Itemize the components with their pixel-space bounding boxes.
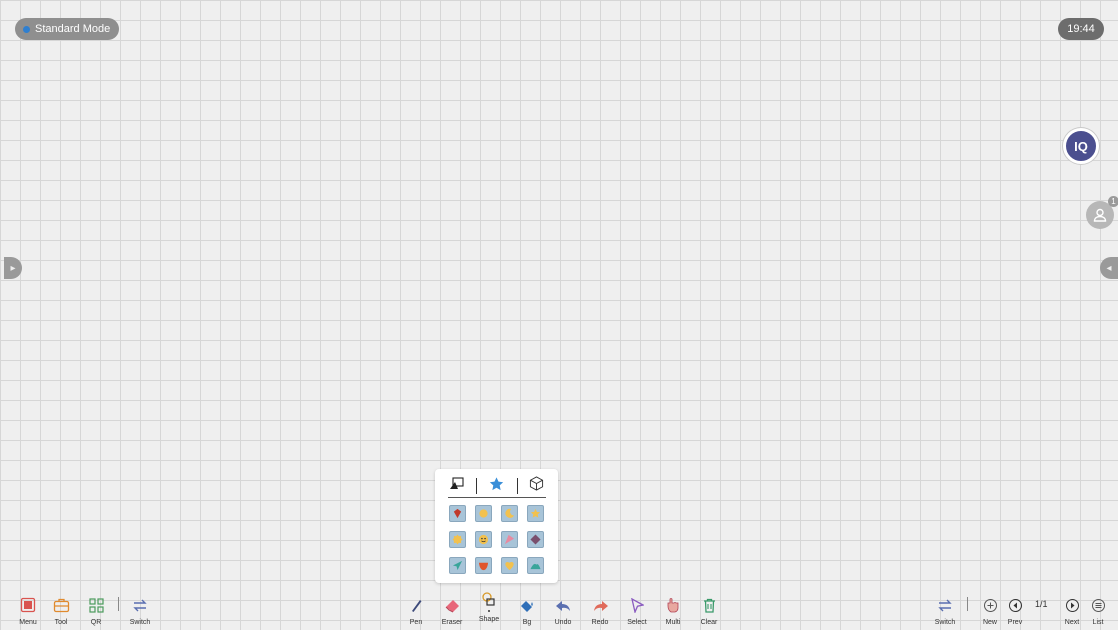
toolbar-divider [118, 597, 119, 611]
menu-label: Menu [19, 619, 37, 626]
select-button[interactable]: Select [617, 591, 657, 626]
eraser-button[interactable]: Eraser [432, 591, 472, 626]
bowl-icon[interactable] [475, 557, 492, 574]
diamond-icon[interactable] [527, 531, 544, 548]
multi-button[interactable]: Multi [653, 591, 693, 626]
switch-icon [133, 599, 147, 612]
left-drawer-handle[interactable]: ▸ [4, 257, 22, 279]
switch-label: Switch [934, 619, 956, 626]
shape-grid [449, 505, 544, 574]
switch-label: Switch [129, 619, 151, 626]
iq-assistant-button[interactable]: IQ [1063, 128, 1099, 164]
hill-icon[interactable] [527, 557, 544, 574]
shape-panel-tabs [449, 475, 544, 497]
redo-button[interactable]: Redo [580, 591, 620, 626]
multi-label: Multi [665, 619, 681, 626]
undo-button[interactable]: Undo [543, 591, 583, 626]
page-indicator: 1/1 [1035, 599, 1048, 609]
switch-button[interactable]: Switch [120, 591, 160, 626]
active-dot-icon [488, 610, 490, 612]
clock: 19:44 [1058, 18, 1104, 40]
plane-icon[interactable] [449, 557, 466, 574]
redo-icon [593, 601, 608, 611]
trash-icon [703, 598, 715, 613]
tool-button[interactable]: Tool [41, 591, 81, 626]
flag-icon[interactable] [501, 531, 518, 548]
select-label: Select [627, 619, 647, 626]
select-icon [631, 598, 644, 613]
smiley-icon[interactable] [475, 531, 492, 548]
tab-divider [516, 478, 518, 494]
switch-icon [938, 599, 952, 612]
eraser-label: Eraser [441, 619, 463, 626]
star-icon[interactable] [527, 505, 544, 522]
toolbar-divider [967, 597, 968, 611]
mode-indicator[interactable]: Standard Mode [15, 18, 120, 40]
multi-touch-icon [667, 598, 679, 613]
tool-label: Tool [54, 619, 68, 626]
badge-icon[interactable] [449, 531, 466, 548]
pen-button[interactable]: Pen [396, 591, 436, 626]
user-icon [1093, 208, 1107, 222]
bg-button[interactable]: Bg [507, 591, 547, 626]
clear-label: Clear [700, 619, 718, 626]
prev-label: Prev [1007, 619, 1023, 626]
panel-divider [448, 497, 546, 498]
tab-divider [475, 478, 477, 494]
heart-icon[interactable] [501, 557, 518, 574]
bg-label: Bg [522, 619, 532, 626]
clear-button[interactable]: Clear [689, 591, 729, 626]
ruby-icon[interactable] [449, 505, 466, 522]
undo-label: Undo [554, 619, 572, 626]
redo-label: Redo [591, 619, 609, 626]
list-icon [1091, 599, 1105, 612]
shape-label: Shape [478, 616, 500, 623]
mode-dot-icon [23, 25, 30, 33]
chevron-right-icon: ▸ [10, 262, 16, 274]
moon-icon[interactable] [501, 505, 518, 522]
pen-label: Pen [409, 619, 423, 626]
right-drawer-handle[interactable]: ◂ [1100, 257, 1118, 279]
qr-button[interactable]: QR [76, 591, 116, 626]
undo-icon [555, 601, 570, 611]
switch-button-right[interactable]: Switch [925, 591, 965, 626]
mode-label: Standard Mode [35, 23, 111, 35]
menu-icon [20, 597, 36, 613]
shape-icon [482, 592, 495, 606]
sun-icon[interactable] [475, 505, 492, 522]
shape-tool-icon[interactable] [449, 477, 464, 495]
chevron-left-icon: ◂ [1106, 262, 1112, 274]
bg-icon [521, 601, 533, 612]
qr-icon [88, 598, 104, 613]
iq-label: IQ [1074, 138, 1088, 154]
bottom-toolbar: Menu Tool QR Switch Pen Eraser Shape Bg … [0, 591, 1118, 630]
prev-icon [1008, 599, 1022, 612]
toolbox-icon [53, 598, 69, 613]
prev-page-button[interactable]: Prev [995, 591, 1035, 626]
cube-icon[interactable] [529, 476, 544, 496]
shape-button[interactable]: Shape [469, 591, 509, 623]
page-list-button[interactable]: List [1078, 591, 1118, 626]
pen-icon [412, 600, 422, 612]
eraser-icon [445, 600, 459, 613]
star-icon[interactable] [488, 476, 505, 497]
shape-panel [435, 469, 558, 583]
list-label: List [1092, 619, 1104, 626]
user-count-badge: 1 [1108, 196, 1118, 207]
qr-label: QR [90, 619, 102, 626]
